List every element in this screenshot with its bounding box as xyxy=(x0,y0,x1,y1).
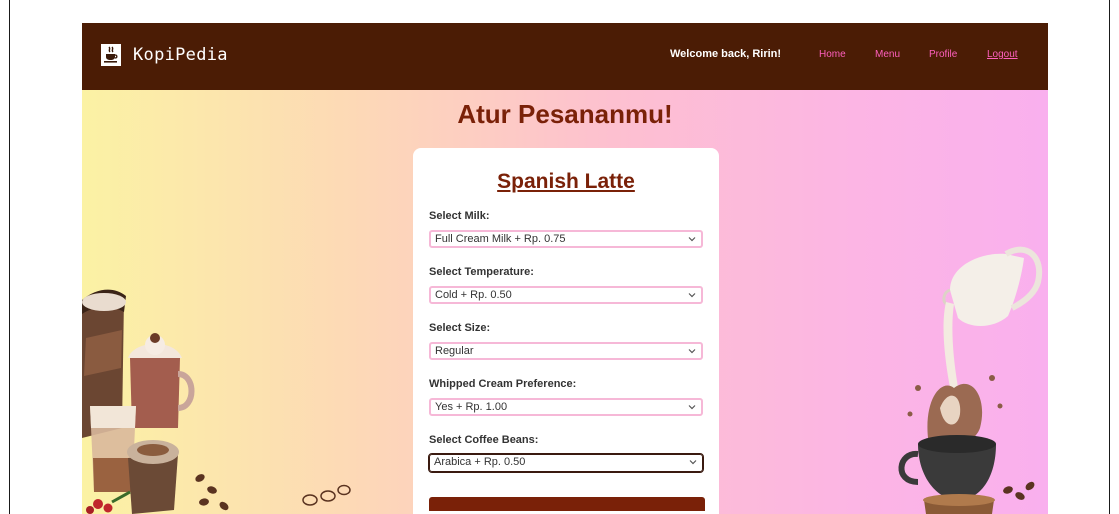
brand[interactable]: KopiPedia xyxy=(101,44,228,66)
nav-link-menu[interactable]: Menu xyxy=(875,49,900,60)
milk-label: Select Milk: xyxy=(429,210,490,222)
product-title: Spanish Latte xyxy=(497,170,635,193)
size-label: Select Size: xyxy=(429,322,491,334)
temperature-select-value: Cold + Rp. 0.50 xyxy=(435,289,512,301)
coffee-drinks-illustration xyxy=(82,289,351,514)
coffee-beans-label: Select Coffee Beans: xyxy=(429,434,539,446)
size-select[interactable]: Regular xyxy=(429,342,703,360)
milk-select[interactable]: Full Cream Milk + Rp. 0.75 xyxy=(429,230,703,248)
temperature-label: Select Temperature: xyxy=(429,266,534,278)
whipped-cream-select[interactable]: Yes + Rp. 1.00 xyxy=(429,398,703,416)
brand-name: KopiPedia xyxy=(133,45,228,65)
coffee-beans-select[interactable]: Arabica + Rp. 0.50 xyxy=(428,453,704,473)
page-title: Atur Pesananmu! xyxy=(457,99,673,129)
chevron-down-icon xyxy=(689,460,697,465)
nav-link-home[interactable]: Home xyxy=(819,49,846,60)
submit-order-button[interactable] xyxy=(429,497,705,511)
milk-pour-illustration xyxy=(898,246,1043,514)
whipped-cream-select-value: Yes + Rp. 1.00 xyxy=(435,401,508,413)
coffee-cup-icon xyxy=(101,44,121,66)
chevron-down-icon xyxy=(688,237,696,242)
nav-link-logout[interactable]: Logout xyxy=(987,49,1018,60)
window-left-edge xyxy=(9,0,10,514)
chevron-down-icon xyxy=(688,405,696,410)
size-select-value: Regular xyxy=(435,345,474,357)
chevron-down-icon xyxy=(688,293,696,298)
whipped-cream-label: Whipped Cream Preference: xyxy=(429,378,577,390)
coffee-beans-select-value: Arabica + Rp. 0.50 xyxy=(434,456,526,468)
milk-select-value: Full Cream Milk + Rp. 0.75 xyxy=(435,233,566,245)
chevron-down-icon xyxy=(688,349,696,354)
app-viewport: KopiPedia Welcome back, Ririn! Home Menu… xyxy=(82,23,1048,514)
temperature-select[interactable]: Cold + Rp. 0.50 xyxy=(429,286,703,304)
window-right-edge xyxy=(1109,0,1110,514)
welcome-message: Welcome back, Ririn! xyxy=(670,48,782,60)
nav-link-profile[interactable]: Profile xyxy=(929,49,957,60)
navbar: KopiPedia Welcome back, Ririn! Home Menu… xyxy=(82,23,1048,90)
order-card: Spanish Latte Select Milk: Full Cream Mi… xyxy=(413,148,719,514)
